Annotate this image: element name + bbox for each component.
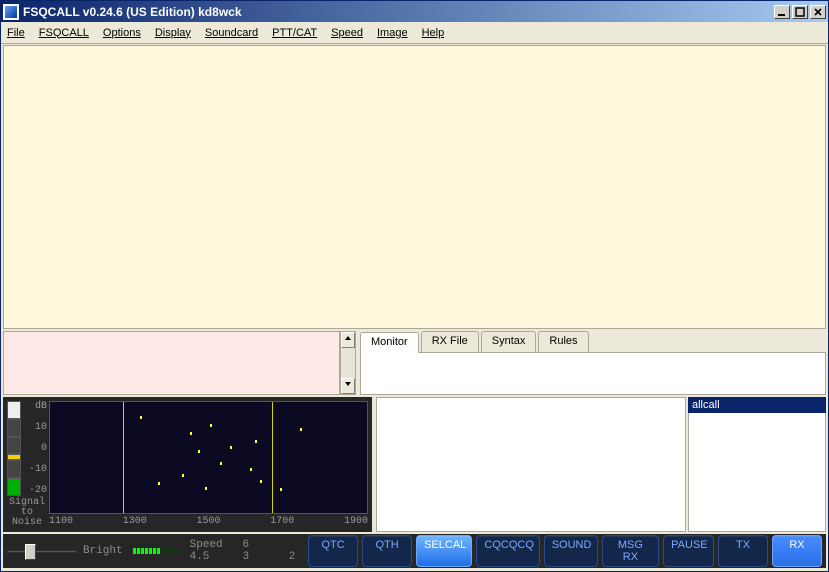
speed-meter <box>133 548 180 554</box>
scroll-down-button[interactable] <box>341 378 355 394</box>
tab-syntax[interactable]: Syntax <box>481 331 537 352</box>
command-text-area[interactable] <box>3 331 340 395</box>
tab-rxfile[interactable]: RX File <box>421 331 479 352</box>
maximize-button[interactable] <box>792 5 808 19</box>
tab-monitor[interactable]: Monitor <box>360 332 419 353</box>
qtc-button[interactable]: QTC <box>308 535 358 567</box>
mid-right: Monitor RX File Syntax Rules <box>360 331 826 395</box>
heard-list-body[interactable] <box>688 413 826 532</box>
sn-labels: dB 10 0 -10 -20 <box>21 401 47 496</box>
tab-label: Monitor <box>371 336 408 348</box>
menu-soundcard[interactable]: Soundcard <box>205 27 258 39</box>
menu-help[interactable]: Help <box>422 27 445 39</box>
menu-file[interactable]: File <box>7 27 25 39</box>
brightness-control: Bright <box>7 542 123 560</box>
spectrum-panel: dB 10 0 -10 -20 Signal to Noise <box>3 397 372 532</box>
selcal-button[interactable]: SELCAL <box>416 535 472 567</box>
close-button[interactable] <box>810 5 826 19</box>
menu-display[interactable]: Display <box>155 27 191 39</box>
waterfall[interactable] <box>49 401 368 514</box>
mid-row: Monitor RX File Syntax Rules <box>3 331 826 395</box>
speed-tick: 4.5 <box>190 551 210 563</box>
mode-buttons: QTC QTH SELCAL CQCQCQ SOUND MSG RX PAUSE… <box>308 535 822 567</box>
sn-title: Signal to Noise <box>7 498 47 528</box>
heard-list-header[interactable]: allcall <box>688 397 826 413</box>
tab-label: Syntax <box>492 335 526 347</box>
cqcqcq-button[interactable]: CQCQCQ <box>476 535 539 567</box>
speed-tick: 6 <box>242 539 249 551</box>
window-title: FSQCALL v0.24.6 (US Edition) kd8wck <box>23 5 774 19</box>
menu-speed[interactable]: Speed <box>331 27 363 39</box>
slider-thumb[interactable] <box>25 544 36 560</box>
app-icon <box>3 4 19 20</box>
tab-body <box>360 352 826 395</box>
minimize-button[interactable] <box>774 5 790 19</box>
lower-row: dB 10 0 -10 -20 Signal to Noise <box>3 397 826 532</box>
menu-pttcat[interactable]: PTT/CAT <box>272 27 317 39</box>
command-scrollbar[interactable] <box>340 331 356 395</box>
brightness-slider[interactable] <box>7 542 77 560</box>
menu-image[interactable]: Image <box>377 27 408 39</box>
speed-tick: 3 <box>242 551 249 563</box>
scroll-track[interactable] <box>341 348 355 378</box>
tab-label: Rules <box>549 335 577 347</box>
waterfall-marker-right[interactable] <box>272 402 273 513</box>
signal-noise-column: dB 10 0 -10 -20 Signal to Noise <box>7 401 47 528</box>
menubar: File FSQCALL Options Display Soundcard P… <box>1 22 828 44</box>
speed-label-row: Speed 6 4.5 3 2 <box>190 539 298 563</box>
qth-button[interactable]: QTH <box>362 535 412 567</box>
rx-button[interactable]: RX <box>772 535 822 567</box>
menu-fsqcall[interactable]: FSQCALL <box>39 27 89 39</box>
rx-text-area[interactable] <box>376 397 686 532</box>
speed-label: Speed <box>190 539 223 551</box>
tab-rules[interactable]: Rules <box>538 331 588 352</box>
menu-options[interactable]: Options <box>103 27 141 39</box>
frequency-scale: 1100 1300 1500 1700 1900 <box>49 514 368 528</box>
tabs: Monitor RX File Syntax Rules <box>360 331 826 352</box>
window-buttons <box>774 5 826 19</box>
tx-text-area[interactable] <box>3 45 826 329</box>
right-panel: allcall <box>376 397 826 532</box>
tx-button[interactable]: TX <box>718 535 768 567</box>
tab-label: RX File <box>432 335 468 347</box>
msgrx-button[interactable]: MSG RX <box>602 535 659 567</box>
bottom-bar: Bright Speed 6 4.5 3 2 QTC QTH SELCAL CQ… <box>3 534 826 568</box>
scroll-up-button[interactable] <box>341 332 355 348</box>
speed-indicator <box>133 548 180 554</box>
mid-left <box>3 331 356 395</box>
heard-list: allcall <box>688 397 826 532</box>
brightness-label: Bright <box>83 545 123 557</box>
app-window: FSQCALL v0.24.6 (US Edition) kd8wck File… <box>0 0 829 572</box>
titlebar[interactable]: FSQCALL v0.24.6 (US Edition) kd8wck <box>1 1 828 22</box>
sound-button[interactable]: SOUND <box>544 535 598 567</box>
speed-tick: 2 <box>289 551 296 563</box>
pause-button[interactable]: PAUSE <box>663 535 714 567</box>
waterfall-wrap: 1100 1300 1500 1700 1900 <box>49 401 368 528</box>
sn-meter <box>7 401 21 496</box>
waterfall-marker-left[interactable] <box>123 402 124 513</box>
